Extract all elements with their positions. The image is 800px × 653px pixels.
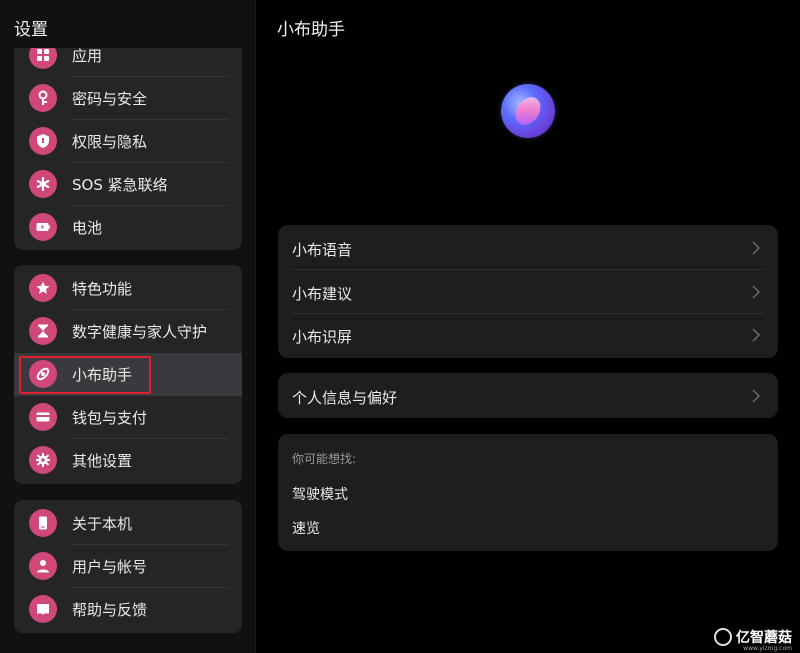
sidebar-item-other-settings[interactable]: 其他设置 [14,439,242,482]
row-label: 个人信息与偏好 [292,389,398,407]
settings-sidebar: 应用 密码与安全 权限与隐私 SOS 紧急联络 电池 设置 特色功能 数字健康与… [0,0,256,653]
row-label: 小布语音 [292,241,353,259]
suggestion-link-quick-view[interactable]: 速览 [292,518,320,538]
shield-icon [29,127,57,155]
row-label: 小布建议 [292,285,353,303]
sidebar-item-label: 应用 [72,47,103,65]
row-personal-info[interactable]: 个人信息与偏好 [278,374,778,418]
suggestions-heading: 你可能想找: [292,452,357,466]
chevron-right-icon [752,241,760,255]
sidebar-item-label: 密码与安全 [72,90,148,108]
chevron-right-icon [752,389,760,403]
phone-icon [29,509,57,537]
help-book-icon [29,595,57,623]
chevron-right-icon [752,285,760,299]
sidebar-item-label: 关于本机 [72,515,133,533]
sidebar-item-label: 数字健康与家人守护 [72,323,208,341]
gear-icon [29,446,57,474]
row-label: 小布识屏 [292,328,353,346]
logo-petal [510,92,546,130]
settings-group-system: 应用 密码与安全 权限与隐私 SOS 紧急联络 电池 [14,36,242,250]
sidebar-item-label: 帮助与反馈 [72,601,148,619]
personal-info-card: 个人信息与偏好 [278,373,778,418]
sidebar-item-label: SOS 紧急联络 [72,176,168,194]
detail-pane: 小布助手 小布语音 小布建议 小布识屏 个人信息与偏好 你可能想找: 驾驶模式 … [257,0,800,653]
hourglass-icon [29,317,57,345]
sidebar-item-password-security[interactable]: 密码与安全 [14,77,242,120]
sidebar-item-help-feedback[interactable]: 帮助与反馈 [14,588,242,631]
watermark-url: www.yizmg.com [743,645,792,652]
sidebar-item-label: 电池 [72,219,103,237]
sidebar-item-label: 其他设置 [72,452,133,470]
suggestions-card: 你可能想找: 驾驶模式 速览 [278,434,778,551]
assistant-logo-icon [501,84,555,138]
selection-highlight [19,356,151,394]
sidebar-item-users-accounts[interactable]: 用户与帐号 [14,545,242,588]
sidebar-item-wallet[interactable]: 钱包与支付 [14,396,242,439]
sidebar-item-sos[interactable]: SOS 紧急联络 [14,163,242,206]
sidebar-item-label: 特色功能 [72,280,133,298]
wallet-icon [29,403,57,431]
watermark-logo-icon [714,628,732,646]
battery-icon [29,213,57,241]
asterisk-icon [29,170,57,198]
row-suggestions[interactable]: 小布建议 [278,270,778,314]
user-icon [29,552,57,580]
sidebar-item-about-device[interactable]: 关于本机 [14,502,242,545]
sidebar-item-permissions-privacy[interactable]: 权限与隐私 [14,120,242,163]
star-icon [29,274,57,302]
watermark-text: 亿智蘑菇 [736,630,792,646]
watermark: 亿智蘑菇 www.yizmg.com [714,627,792,652]
sidebar-item-digital-wellbeing[interactable]: 数字健康与家人守护 [14,310,242,353]
key-icon [29,84,57,112]
row-voice[interactable]: 小布语音 [278,226,778,270]
assistant-options-card: 小布语音 小布建议 小布识屏 [278,225,778,358]
sidebar-item-label: 用户与帐号 [72,558,148,576]
page-title: 设置 [14,20,48,40]
suggestion-link-driving-mode[interactable]: 驾驶模式 [292,484,348,504]
sidebar-item-battery[interactable]: 电池 [14,206,242,249]
detail-title: 小布助手 [277,20,345,40]
chevron-right-icon [752,328,760,342]
sidebar-item-features[interactable]: 特色功能 [14,267,242,310]
sidebar-item-label: 权限与隐私 [72,133,148,151]
settings-group-about: 关于本机 用户与帐号 帮助与反馈 [14,500,242,633]
sidebar-item-label: 钱包与支付 [72,409,148,427]
row-screen-recognition[interactable]: 小布识屏 [278,313,778,357]
